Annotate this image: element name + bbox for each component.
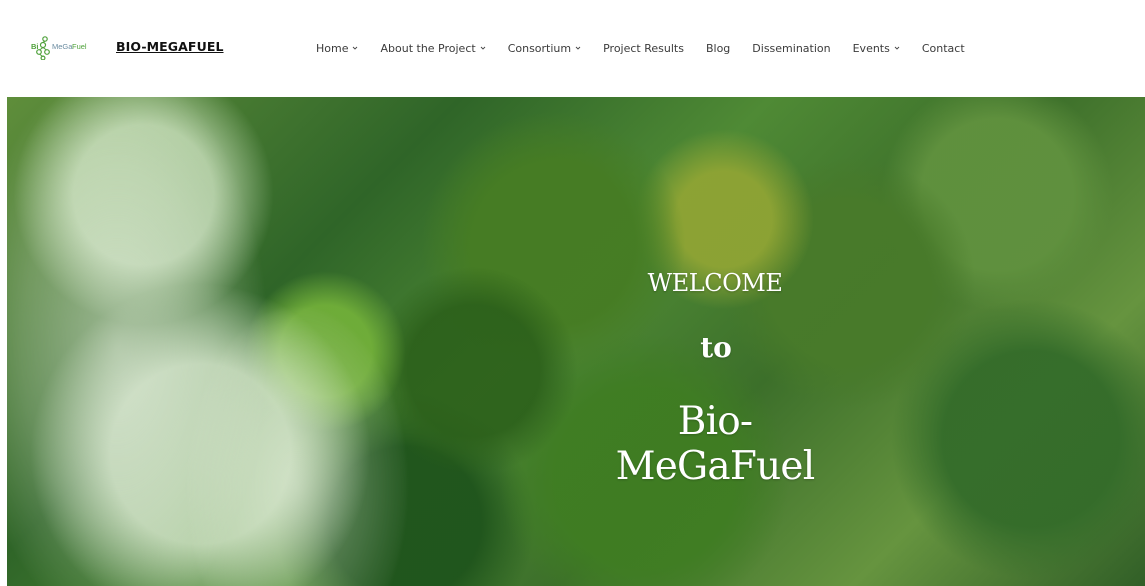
main-navigation: Home About the Project Consortium Projec… — [316, 39, 965, 57]
nav-about-project[interactable]: About the Project — [380, 41, 486, 55]
svg-text:Bi: Bi — [31, 42, 39, 51]
nav-consortium-label: Consortium — [507, 41, 572, 55]
chevron-down-icon — [575, 46, 581, 50]
molecule-logo-icon: Bi MeGa Fuel — [31, 36, 87, 61]
nav-blog[interactable]: Blog — [706, 42, 730, 55]
nav-about-project-label: About the Project — [380, 41, 476, 55]
nav-dissemination[interactable]: Dissemination — [752, 42, 830, 55]
chevron-down-icon — [353, 46, 358, 50]
nav-events-label: Events — [852, 41, 890, 55]
nav-project-results-label: Project Results — [603, 41, 684, 55]
chevron-down-icon — [894, 46, 900, 50]
nav-contact-label: Contact — [921, 41, 965, 55]
hero-welcome-text: WELCOME — [647, 269, 783, 297]
nav-home-label: Home — [316, 41, 349, 55]
site-header: Bi MeGa Fuel BIO-MEGAFUEL Home About the… — [0, 0, 1145, 96]
svg-text:Fuel: Fuel — [72, 42, 87, 51]
nav-contact[interactable]: Contact — [922, 42, 965, 55]
site-title-link[interactable]: BIO-MEGAFUEL — [116, 39, 224, 54]
nav-consortium[interactable]: Consortium — [508, 42, 581, 55]
svg-text:MeGa: MeGa — [52, 42, 73, 51]
nav-dissemination-label: Dissemination — [752, 41, 831, 55]
nav-project-results[interactable]: Project Results — [603, 42, 684, 55]
chevron-down-icon — [480, 46, 486, 50]
nav-events[interactable]: Events — [853, 42, 900, 55]
nav-home[interactable]: Home — [316, 42, 358, 55]
hero-brand-title: Bio-MeGaFuel — [615, 399, 816, 489]
hero-to-text: to — [700, 331, 732, 364]
site-logo[interactable]: Bi MeGa Fuel — [31, 34, 91, 61]
hero-banner — [7, 97, 1145, 586]
nav-blog-label: Blog — [705, 41, 731, 55]
